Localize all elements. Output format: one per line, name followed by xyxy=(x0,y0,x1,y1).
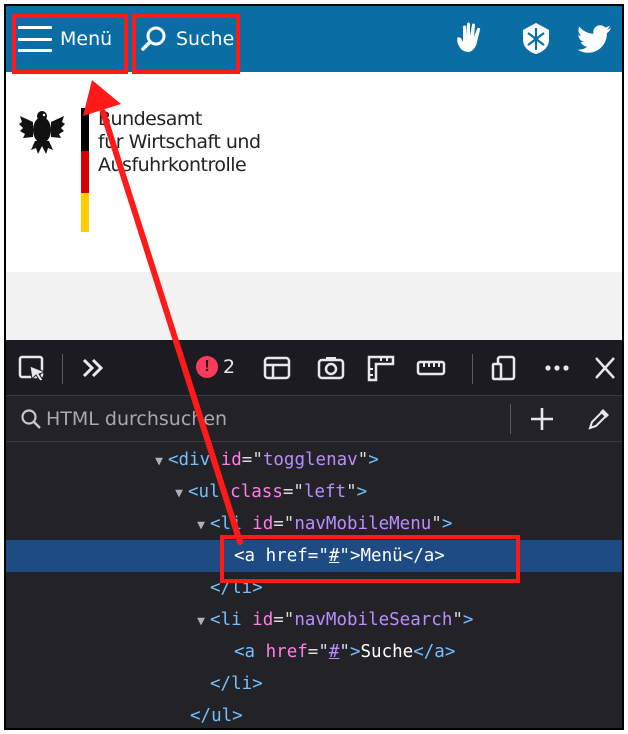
org-name-line-1: Bundesamt xyxy=(98,108,202,130)
html-search-bar xyxy=(6,396,622,442)
html-search-input[interactable] xyxy=(46,406,496,432)
expand-triangle-icon[interactable]: ▼ xyxy=(150,446,168,478)
annotation-box-selected-node xyxy=(220,535,520,583)
german-flag-stripe xyxy=(81,108,89,232)
federal-eagle-logo xyxy=(19,111,65,154)
chevron-double-right-icon[interactable] xyxy=(78,354,108,382)
organization-name[interactable]: Bundesamt für Wirtschaft und Ausfuhrkont… xyxy=(98,108,261,177)
close-icon[interactable] xyxy=(590,354,620,382)
tree-node-li-close[interactable]: </li> xyxy=(6,668,622,700)
org-name-line-2: für Wirtschaft und xyxy=(98,131,261,153)
org-name-line-3: Ausfuhrkontrolle xyxy=(98,154,247,176)
toggle-device-icon[interactable] xyxy=(490,354,520,382)
expand-triangle-icon[interactable]: ▼ xyxy=(170,478,188,510)
add-node-icon[interactable] xyxy=(528,405,556,433)
page-content: Bundesamt für Wirtschaft und Ausfuhrkont… xyxy=(6,72,622,272)
element-picker-icon[interactable] xyxy=(18,354,48,382)
tree-node-li-search[interactable]: ▼ <li id="navMobileSearch"> xyxy=(6,604,622,636)
more-options-icon[interactable] xyxy=(542,354,572,382)
error-icon: ! xyxy=(196,356,218,378)
twitter-icon[interactable] xyxy=(578,20,614,56)
search-icon xyxy=(21,409,41,429)
screenshot-camera-icon[interactable] xyxy=(316,354,346,382)
annotation-box-menu xyxy=(12,14,128,74)
devtools-toolbar: ! 2 xyxy=(6,340,622,396)
tree-node-ul[interactable]: ▼ <ul class="left"> xyxy=(6,476,622,508)
error-count-badge[interactable]: ! 2 xyxy=(196,356,235,378)
responsive-layout-icon[interactable] xyxy=(262,354,292,382)
expand-triangle-icon[interactable]: ▼ xyxy=(192,606,210,638)
measure-ruler-icon[interactable] xyxy=(416,354,446,382)
screenshot-frame: Menü Suche Bundesamt für Wirtschaft und … xyxy=(4,4,624,730)
tree-node-ul-close[interactable]: </ul> xyxy=(6,700,622,728)
annotation-box-search xyxy=(132,14,240,74)
federal-shield-icon[interactable] xyxy=(518,20,554,56)
page-gray-band xyxy=(6,272,622,340)
eyedropper-icon[interactable] xyxy=(586,406,612,432)
markup-tree: ▼ <div id="togglenav"> ▼ <ul class="left">… xyxy=(6,442,622,728)
error-count: 2 xyxy=(223,356,236,378)
rulers-icon[interactable] xyxy=(366,354,396,382)
hand-icon[interactable] xyxy=(452,20,488,56)
tree-node-a-search[interactable]: <a href="#">Suche</a> xyxy=(6,636,622,668)
tree-node-div[interactable]: ▼ <div id="togglenav"> xyxy=(6,444,622,476)
expand-triangle-icon[interactable]: ▼ xyxy=(192,510,210,542)
